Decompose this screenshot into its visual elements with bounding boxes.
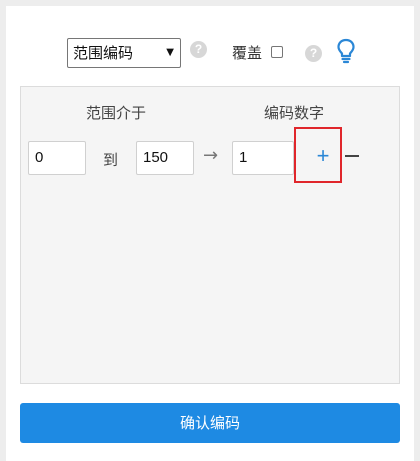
range-to-label: 到: [103, 151, 119, 169]
range-panel: [20, 86, 400, 384]
mode-select-value: 范围编码: [73, 44, 134, 62]
mode-select[interactable]: 范围编码 ▼: [67, 38, 181, 68]
lightbulb-icon[interactable]: [336, 38, 356, 64]
help-icon[interactable]: ?: [305, 45, 322, 62]
arrow-right-icon: →: [203, 145, 219, 166]
minus-icon[interactable]: [345, 155, 359, 157]
dropdown-caret-icon: ▼: [166, 47, 174, 58]
help-icon[interactable]: ?: [190, 41, 207, 58]
number-header: 编码数字: [264, 104, 325, 122]
range-header: 范围介于: [86, 104, 147, 122]
range-from-input[interactable]: 0: [28, 141, 86, 175]
range-to-input[interactable]: 150: [136, 141, 194, 175]
overwrite-checkbox[interactable]: [271, 46, 283, 58]
confirm-button[interactable]: 确认编码: [20, 403, 400, 443]
overwrite-label: 覆盖: [232, 44, 263, 62]
plus-icon[interactable]: +: [313, 144, 333, 168]
start-number-input[interactable]: 1: [232, 141, 294, 175]
